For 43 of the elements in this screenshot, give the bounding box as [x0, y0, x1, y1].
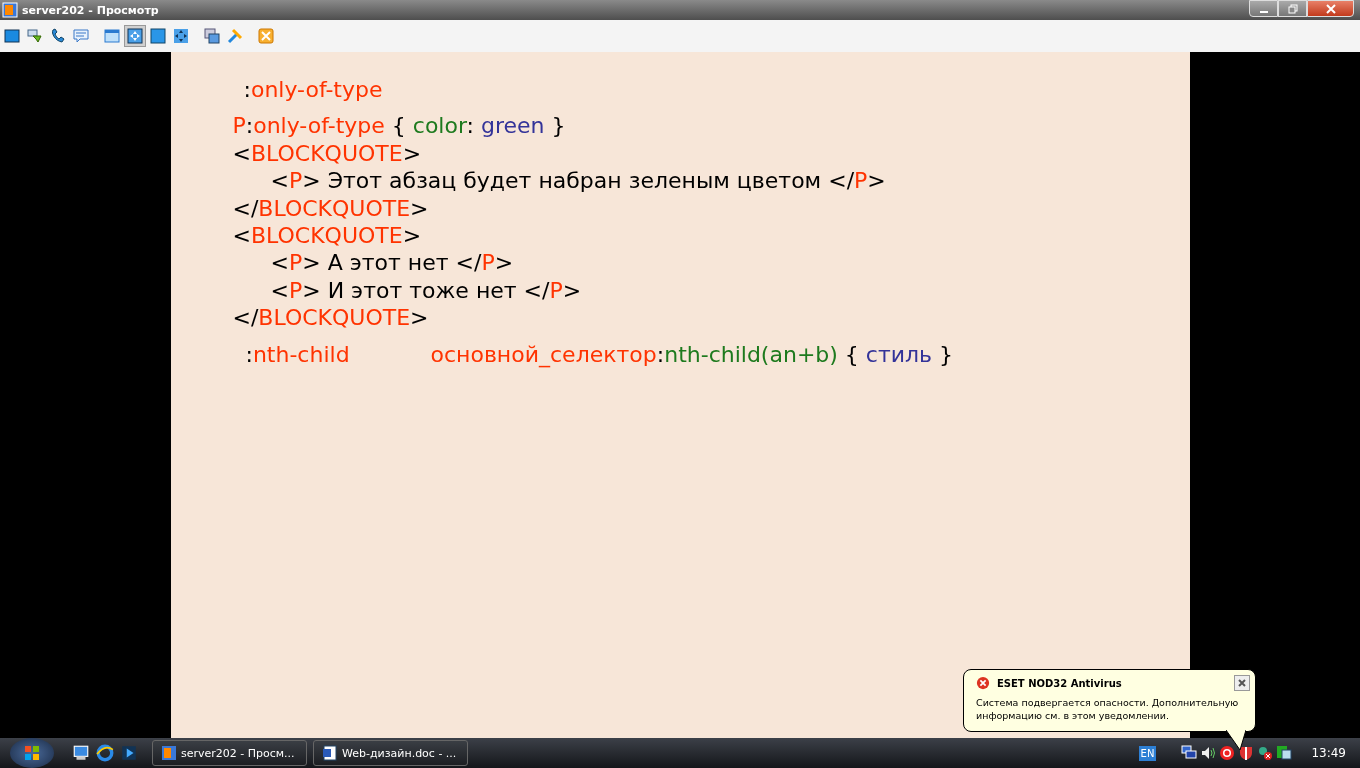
close-icon — [1324, 3, 1337, 14]
code-line: <P> И этот тоже нет </P> — [270, 276, 582, 305]
heading-text: :nth-child — [245, 340, 351, 369]
language-indicator[interactable]: EN — [1138, 745, 1157, 761]
square-button[interactable] — [147, 25, 169, 47]
app-icon — [2, 2, 18, 18]
window-title: server202 - Просмотр — [22, 3, 159, 17]
app-icon — [161, 745, 177, 761]
media-icon[interactable] — [120, 744, 138, 762]
notification-title: ESET NOD32 Antivirus — [997, 677, 1123, 689]
code-line: <BLOCKQUOTE> — [232, 139, 422, 168]
remote-app-icon[interactable] — [1276, 745, 1293, 761]
close-icon — [1237, 678, 1247, 688]
code-line: <P> Этот абзац будет набран зеленым цветом </P> — [270, 167, 886, 195]
start-button[interactable] — [10, 738, 54, 768]
code-line: </BLOCKQUOTE> — [232, 304, 429, 332]
code-line: <BLOCKQUOTE> — [232, 222, 422, 250]
taskbar-button[interactable]: server202 - Просм... — [152, 740, 307, 766]
close-button[interactable] — [1234, 675, 1250, 691]
code-line: P:only-of-type { color: green } — [232, 112, 566, 140]
syntax-line: основной_селектор:nth-child(an+b) { стиль } — [430, 340, 954, 369]
code-line: <P> А этот нет </P> — [270, 249, 514, 277]
restore-icon — [1286, 3, 1299, 14]
heading-text: :only-of-type — [243, 76, 383, 104]
close-button[interactable] — [255, 25, 277, 47]
monitors-button[interactable] — [201, 25, 223, 47]
notification-message: Система подвергается опасности. Дополнительную информацию см. в этом уведомлении. — [976, 696, 1240, 722]
restore-button[interactable] — [1278, 0, 1307, 17]
error-icon — [976, 676, 990, 690]
monitors-icon[interactable] — [1181, 745, 1198, 761]
browser-icon[interactable] — [96, 744, 114, 762]
clock: 13:49 — [1311, 746, 1346, 760]
speaker-icon[interactable] — [1200, 745, 1217, 761]
document-icon — [322, 745, 338, 761]
minimize-button[interactable] — [1249, 0, 1278, 17]
code-line: </BLOCKQUOTE> — [232, 194, 429, 223]
windows-flag-icon — [22, 743, 42, 763]
taskbar-button[interactable]: Web-дизайн.doc - ... — [313, 740, 468, 766]
shield-icon[interactable] — [1238, 745, 1255, 761]
desktop-icon[interactable] — [72, 744, 90, 762]
minimize-icon — [1259, 10, 1268, 13]
fit-window-button[interactable] — [124, 25, 146, 47]
network-error-icon[interactable] — [1257, 745, 1274, 761]
